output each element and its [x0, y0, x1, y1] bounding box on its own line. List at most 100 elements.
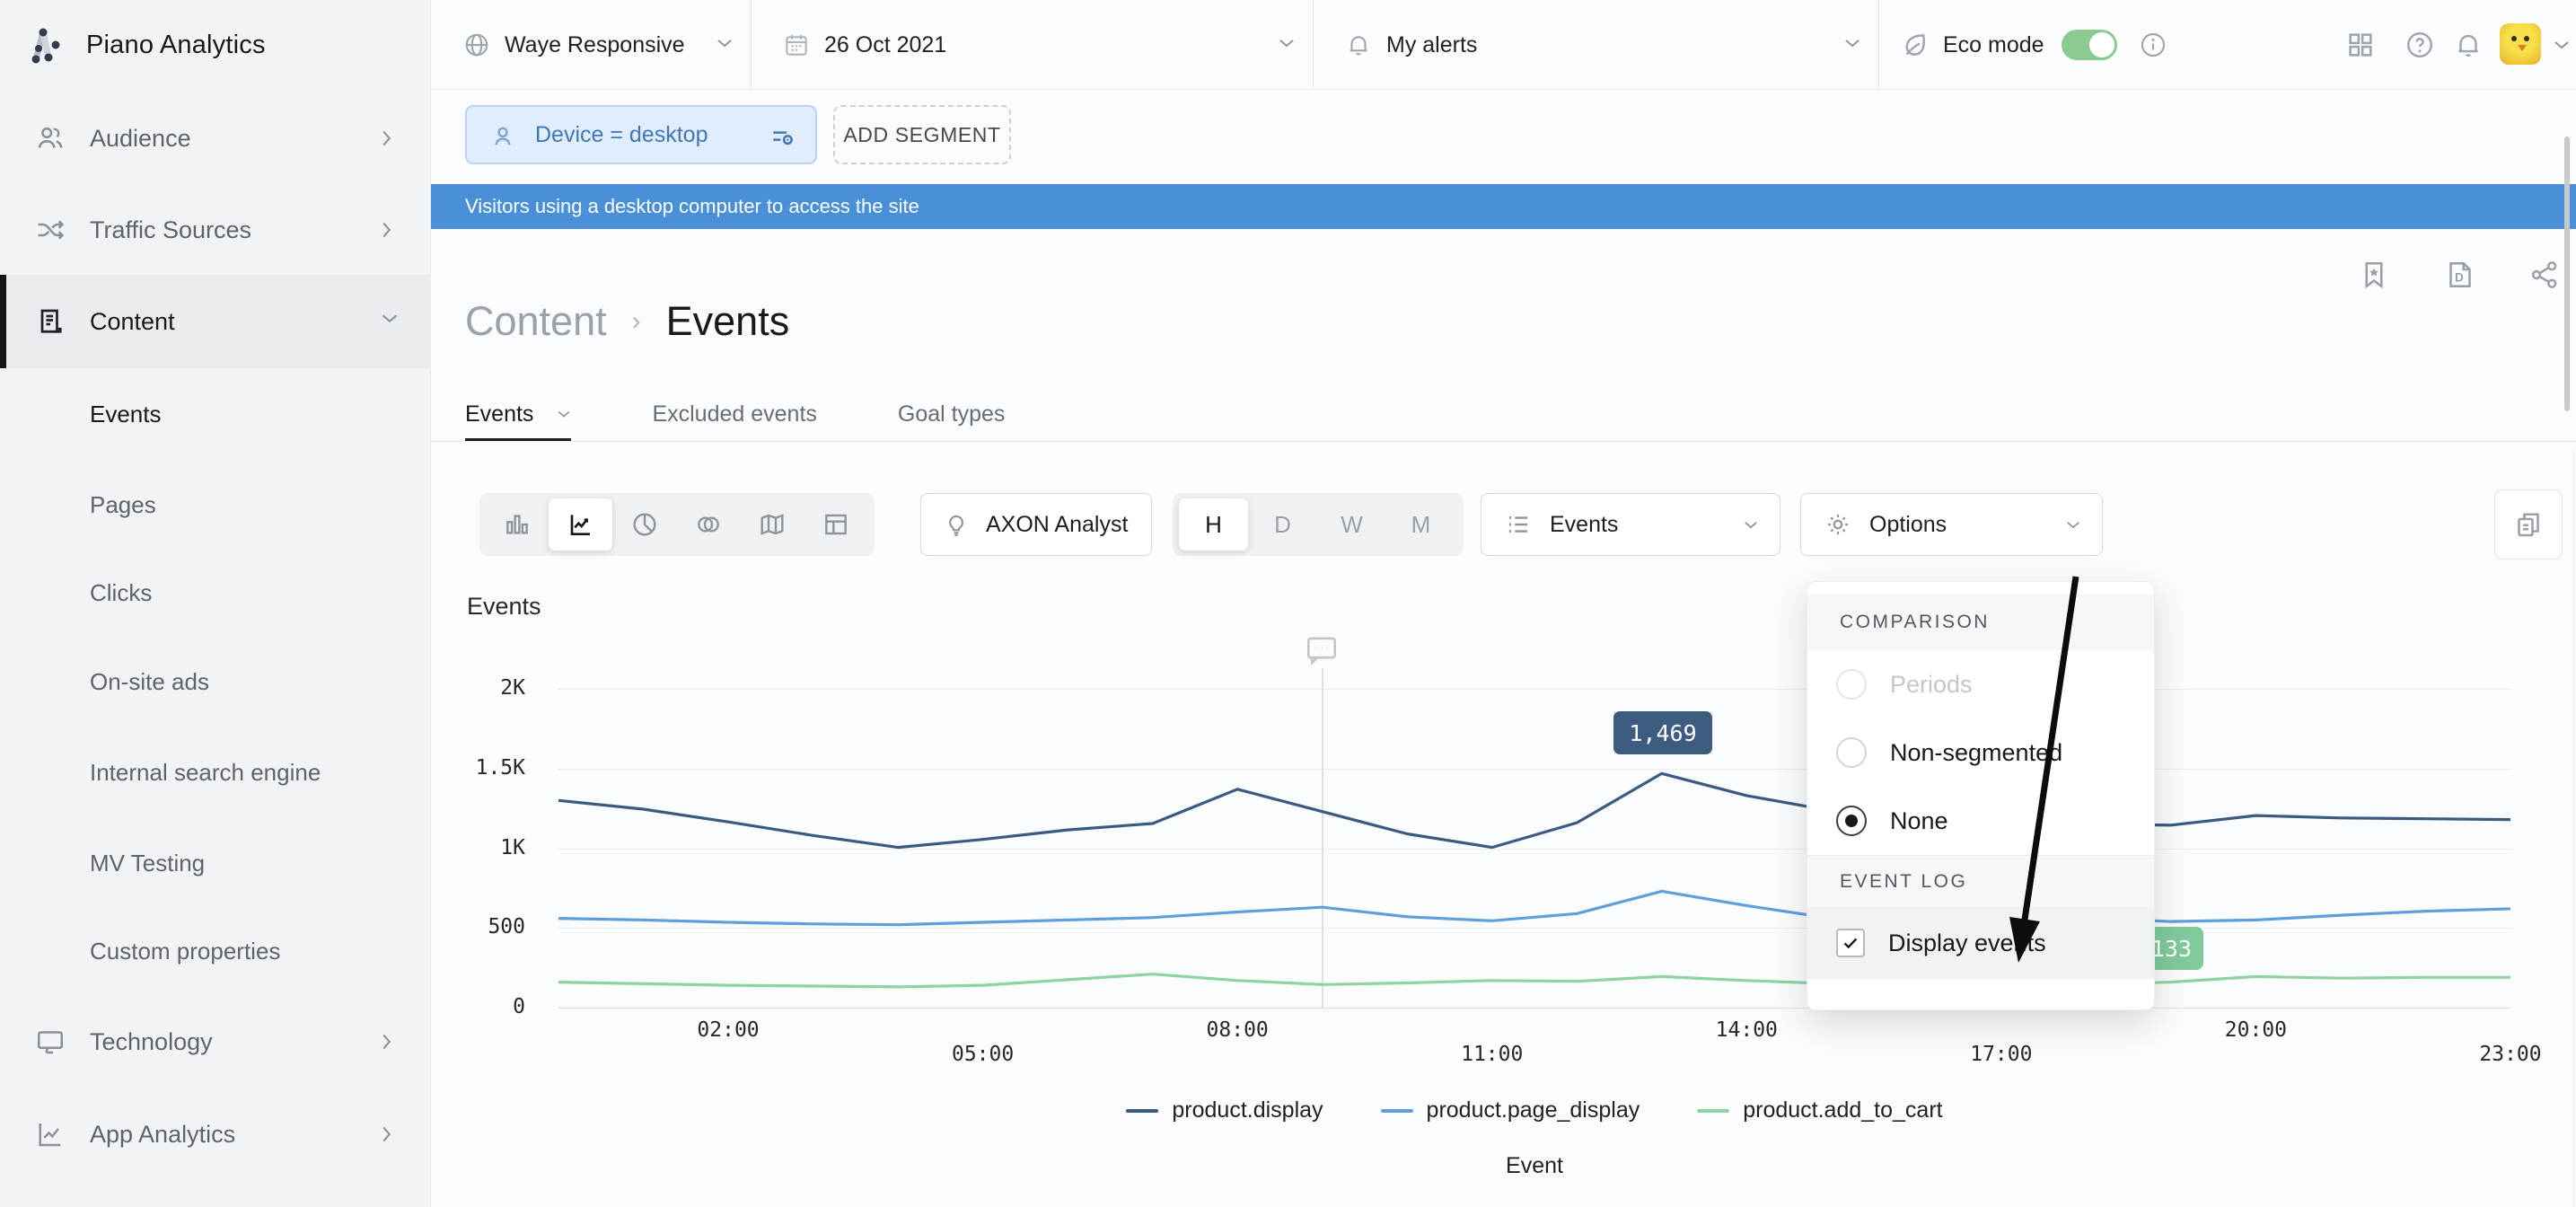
export-document-icon[interactable]: D	[2444, 259, 2476, 291]
chart-type-venn-icon[interactable]	[676, 498, 740, 551]
legend-item-product-add-to-cart[interactable]: product.add_to_cart	[1697, 1097, 1942, 1123]
eco-mode-toggle[interactable]	[2062, 30, 2117, 60]
options-item-label: Display events	[1888, 929, 2046, 957]
date-selector[interactable]: 26 Oct 2021	[751, 0, 1313, 90]
options-menu-scrollbar[interactable]	[2564, 137, 2570, 411]
breadcrumb-parent[interactable]: Content	[465, 298, 607, 345]
account-chevron-down-icon[interactable]	[2554, 40, 2570, 50]
series-line-product-page-display	[558, 891, 2510, 924]
options-dropdown[interactable]: Options	[1800, 493, 2103, 556]
chevron-down-icon	[557, 410, 571, 418]
x-axis-title: Event	[558, 1153, 2510, 1179]
panel-edge-divider	[2573, 449, 2574, 1207]
tab-label: Events	[465, 401, 533, 427]
sidebar-item-traffic-sources[interactable]: Traffic Sources	[0, 185, 431, 275]
legend-swatch	[1126, 1109, 1158, 1113]
piano-analytics-logo-icon	[25, 22, 72, 68]
person-icon	[488, 122, 515, 149]
metric-dropdown[interactable]: Events	[1481, 493, 1780, 556]
sidebar-item-internal-search-engine[interactable]: Internal search engine	[0, 727, 431, 817]
tab-events[interactable]: Events	[465, 386, 571, 442]
granularity-m-button[interactable]: M	[1386, 498, 1455, 551]
sidebar-item-label: App Analytics	[90, 1121, 235, 1149]
axon-analyst-button[interactable]: AXON Analyst	[920, 493, 1152, 556]
comment-bubble-icon[interactable]	[1304, 634, 1340, 666]
sidebar-item-on-site-ads[interactable]: On-site ads	[0, 637, 431, 727]
chart-type-map-icon[interactable]	[740, 498, 804, 551]
alerts-selector-label: My alerts	[1386, 0, 1477, 90]
alerts-selector[interactable]: My alerts	[1313, 0, 1878, 90]
lightbulb-icon	[943, 511, 970, 538]
granularity-group: HDWM	[1173, 493, 1464, 556]
date-selector-label: 26 Oct 2021	[824, 0, 946, 90]
legend-item-product-page-display[interactable]: product.page_display	[1381, 1097, 1640, 1123]
user-avatar[interactable]	[2500, 23, 2541, 65]
sidebar-item-clicks[interactable]: Clicks	[0, 548, 431, 638]
x-axis-tick: 08:00	[1174, 1018, 1300, 1042]
list-icon	[1505, 511, 1532, 538]
app-title: Piano Analytics	[86, 0, 266, 90]
y-axis-tick: 500	[422, 915, 525, 938]
y-axis-tick: 2K	[422, 676, 525, 700]
sidebar-item-custom-properties[interactable]: Custom properties	[0, 906, 431, 996]
sidebar-item-audience[interactable]: Audience	[0, 93, 431, 183]
segment-chip[interactable]: Device = desktop	[465, 105, 817, 164]
help-icon[interactable]	[2405, 30, 2435, 60]
options-section-header: COMPARISON	[1807, 595, 2154, 650]
tab-goal-types[interactable]: Goal types	[898, 386, 1006, 442]
apps-grid-icon[interactable]	[2345, 30, 2376, 60]
granularity-w-button[interactable]: W	[1317, 498, 1386, 551]
breadcrumb: Content › Events	[465, 293, 789, 350]
legend-swatch	[1697, 1109, 1729, 1113]
granularity-label: H	[1205, 511, 1222, 539]
notifications-bell-icon[interactable]	[2453, 30, 2484, 60]
x-axis-tick: 02:00	[665, 1018, 791, 1042]
tab-excluded-events[interactable]: Excluded events	[652, 386, 816, 442]
options-item-none[interactable]: None	[1807, 787, 2154, 855]
eco-mode-label: Eco mode	[1943, 0, 2044, 90]
sidebar-item-label: On-site ads	[90, 668, 209, 696]
site-selector[interactable]: Waye Responsive	[431, 0, 751, 90]
radio-checked-icon	[1836, 806, 1867, 836]
bookmark-icon[interactable]	[2358, 259, 2390, 291]
options-section-header: EVENT LOG	[1807, 855, 2154, 907]
sidebar-item-mv-testing[interactable]: MV Testing	[0, 818, 431, 908]
legend-label: product.add_to_cart	[1743, 1097, 1942, 1123]
chart-type-line-icon[interactable]	[549, 498, 612, 551]
chart-type-bar-icon[interactable]	[485, 498, 549, 551]
chevron-down-icon	[1844, 38, 1860, 48]
share-icon[interactable]	[2528, 259, 2561, 291]
sidebar-item-pages[interactable]: Pages	[0, 460, 431, 550]
granularity-h-button[interactable]: H	[1179, 498, 1248, 551]
sidebar-item-content[interactable]: Content	[0, 275, 431, 368]
info-icon[interactable]	[2139, 31, 2166, 57]
options-item-periods[interactable]: Periods	[1807, 650, 2154, 718]
sidebar-item-label: Events	[90, 401, 162, 428]
app-logo-row: Piano Analytics	[0, 0, 431, 90]
granularity-label: W	[1341, 511, 1363, 539]
chart-type-pie-icon[interactable]	[612, 498, 676, 551]
chart-type-table-icon[interactable]	[804, 498, 867, 551]
granularity-d-button[interactable]: D	[1248, 498, 1317, 551]
sidebar-item-app-analytics[interactable]: App Analytics	[0, 1089, 431, 1179]
chart-title: Events	[467, 593, 541, 621]
add-segment-button[interactable]: ADD SEGMENT	[833, 105, 1011, 164]
x-axis-tick: 11:00	[1429, 1043, 1555, 1066]
segment-description-banner: Visitors using a desktop computer to acc…	[431, 184, 2576, 229]
options-item-display-events[interactable]: Display events	[1807, 907, 2154, 979]
segment-settings-icon[interactable]	[769, 123, 797, 152]
legend-swatch	[1381, 1109, 1413, 1113]
sidebar: Piano Analytics AudienceTraffic SourcesC…	[0, 0, 431, 1207]
gear-icon	[1824, 511, 1851, 538]
sidebar-item-events[interactable]: Events	[0, 369, 431, 459]
options-item-non-segmented[interactable]: Non-segmented	[1807, 718, 2154, 787]
legend-item-product-display[interactable]: product.display	[1126, 1097, 1323, 1123]
page-title: Events	[666, 298, 790, 345]
sidebar-item-technology[interactable]: Technology	[0, 997, 431, 1087]
y-axis-tick: 1K	[422, 836, 525, 859]
x-axis-tick: 23:00	[2448, 1043, 2573, 1066]
calendar-icon	[783, 31, 810, 58]
duplicate-view-button[interactable]	[2494, 489, 2563, 559]
topbar: Waye Responsive 26 Oct 2021 My alerts	[431, 0, 2576, 90]
x-axis-tick: 17:00	[1939, 1043, 2064, 1066]
